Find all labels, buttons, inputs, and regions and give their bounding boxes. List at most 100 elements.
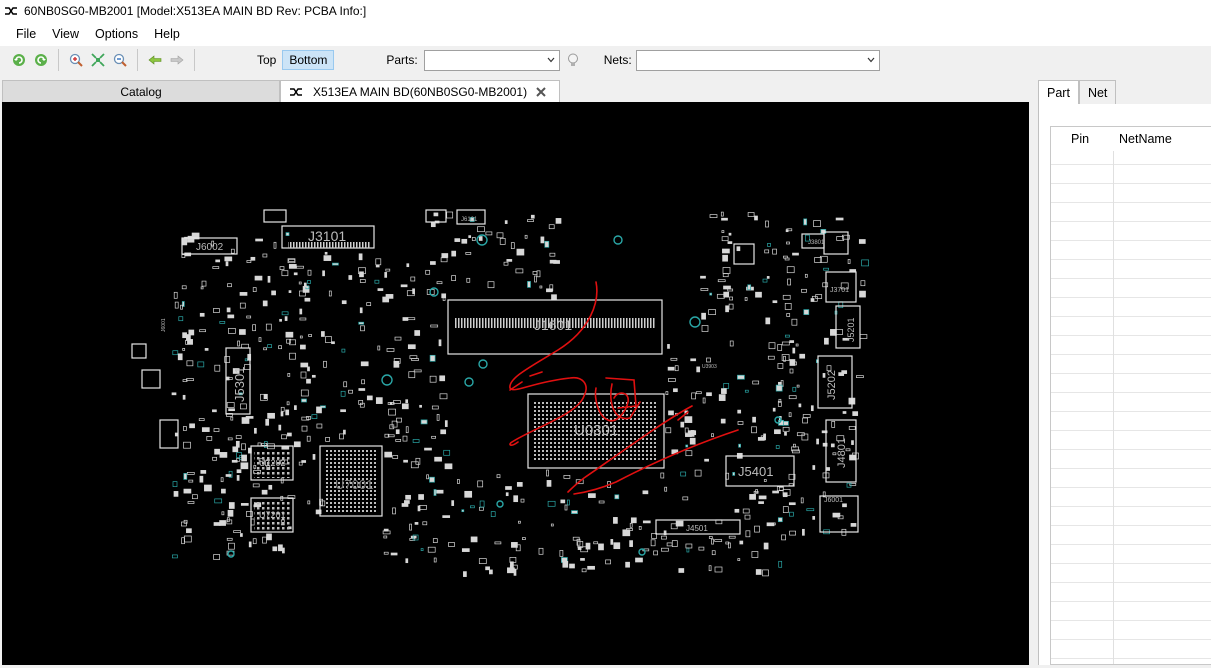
rotate-left-button[interactable]: [8, 49, 30, 71]
pcb-component-pad: [226, 537, 233, 541]
pcb-component-pad: [461, 238, 468, 244]
pcb-component-pad: [359, 279, 366, 283]
pcb-component-pad: [530, 214, 535, 219]
pcb-component-pad: [186, 378, 194, 381]
part-panel: Pin NetName: [1038, 104, 1211, 665]
tab-net[interactable]: Net: [1078, 80, 1117, 104]
pcb-component-pad: [479, 506, 484, 511]
menu-help[interactable]: Help: [146, 27, 188, 41]
menu-options[interactable]: Options: [87, 27, 146, 41]
side-bottom-button[interactable]: Bottom: [282, 50, 335, 70]
pcb-component-pad: [431, 405, 439, 410]
tab-part[interactable]: Part: [1038, 80, 1079, 104]
pcb-component-pad: [189, 423, 195, 429]
pcb-component-pad: [479, 500, 485, 508]
rotate-right-button[interactable]: [30, 49, 52, 71]
pcb-component-pad: [812, 516, 816, 520]
forward-button[interactable]: [166, 49, 188, 71]
nets-dropdown[interactable]: [635, 49, 880, 71]
pcb-component-pad: [667, 366, 675, 371]
pcb-component-pad: [212, 456, 217, 461]
highlight-part-button[interactable]: [562, 49, 584, 71]
menu-view[interactable]: View: [44, 27, 87, 41]
pcb-component-pad: [221, 488, 226, 494]
tab-catalog[interactable]: Catalog: [2, 80, 280, 102]
pcb-component-pad: [281, 311, 289, 316]
pcb-component-pad: [322, 270, 325, 277]
pcb-component-pad: [213, 554, 220, 560]
pcb-component-pad: [682, 496, 689, 501]
pcb-component-pad: [470, 536, 478, 543]
pcb-component-pad: [747, 212, 755, 217]
column-pin[interactable]: Pin: [1051, 127, 1113, 151]
side-top-button[interactable]: Top: [251, 51, 282, 69]
pcb-component-pad: [816, 438, 819, 445]
pcb-component-pad: [536, 270, 541, 278]
pcb-component-pad: [385, 268, 391, 272]
pcb-component-pad: [339, 433, 344, 440]
pcb-component-pad: [431, 435, 436, 439]
label-u7001: U7001: [335, 477, 373, 492]
pcb-component-pad: [685, 543, 693, 549]
pcb-component-pad: [709, 292, 713, 296]
pcb-component-pad: [613, 542, 621, 550]
pcb-component-pad: [265, 323, 272, 331]
pcb-component-pad: [432, 538, 438, 543]
pcb-component-pad: [219, 452, 228, 458]
zoom-in-button[interactable]: [65, 49, 87, 71]
pcb-component-pad: [638, 526, 642, 530]
pcb-component-pad: [312, 454, 316, 460]
board-canvas[interactable]: J3101 J6002 J6101 J1601 U0301 U7202 U720…: [2, 102, 1029, 665]
pcb-component-pad: [429, 375, 437, 383]
pcb-component-pad: [739, 540, 744, 545]
pcb-component-pad: [524, 234, 528, 239]
pcb-component-pad: [422, 521, 428, 526]
pcb-component-pad: [316, 406, 322, 414]
pcb-component-pad: [830, 443, 835, 448]
pcb-component-pad: [711, 550, 716, 556]
pcb-component-pad: [230, 416, 234, 421]
zoom-out-button[interactable]: [109, 49, 131, 71]
rotate-right-icon: [35, 54, 47, 66]
pcb-component-pad: [236, 469, 242, 474]
fit-board-button[interactable]: [87, 49, 109, 71]
pcb-component-pad: [696, 366, 701, 373]
pcb-component-pad: [307, 280, 311, 284]
pcb-component-pad: [792, 252, 799, 256]
pcb-component-pad: [201, 427, 210, 432]
pcb-component-pad: [206, 436, 213, 441]
pcb-component-pad: [226, 402, 235, 408]
parts-dropdown[interactable]: [423, 49, 560, 71]
pcb-board-view[interactable]: J3101 J6002 J6101 J1601 U0301 U7202 U720…: [2, 102, 1029, 665]
pcb-component-pad: [786, 313, 791, 317]
pcb-component-pad: [287, 373, 291, 377]
pcb-component-pad: [801, 433, 809, 441]
pcb-component-pad: [789, 340, 795, 343]
pcb-component-pad: [402, 435, 408, 442]
pcb-component-pad: [838, 301, 844, 309]
pcb-component-pad: [832, 512, 841, 518]
tab-board[interactable]: X513EA MAIN BD(60NB0SG0-MB2001): [280, 80, 560, 102]
pcb-component-pad: [204, 484, 212, 492]
pcb-component-pad: [792, 347, 796, 354]
pcb-component-pad: [429, 476, 435, 483]
label-u7202: U7202: [259, 458, 286, 468]
pcb-component-pad: [300, 362, 309, 368]
column-netname[interactable]: NetName: [1113, 127, 1172, 151]
tab-catalog-label: Catalog: [120, 84, 162, 99]
pcb-component-pad: [359, 402, 365, 408]
pcb-component-pad: [668, 410, 674, 416]
pcb-component-pad: [246, 260, 252, 263]
pcb-component-pad: [777, 344, 783, 351]
pcb-component-pad: [485, 231, 493, 236]
close-icon[interactable]: [535, 86, 547, 98]
back-button[interactable]: [144, 49, 166, 71]
pcb-component-pad: [838, 372, 845, 376]
pcb-component-pad: [782, 426, 790, 432]
pcb-component-pad: [823, 267, 829, 271]
menu-file[interactable]: File: [8, 27, 44, 41]
pin-net-grid[interactable]: Pin NetName: [1050, 126, 1211, 665]
pcb-component-pad: [787, 278, 791, 286]
pcb-component-pad: [250, 256, 256, 261]
label-j6001-side: J6001: [161, 318, 167, 332]
